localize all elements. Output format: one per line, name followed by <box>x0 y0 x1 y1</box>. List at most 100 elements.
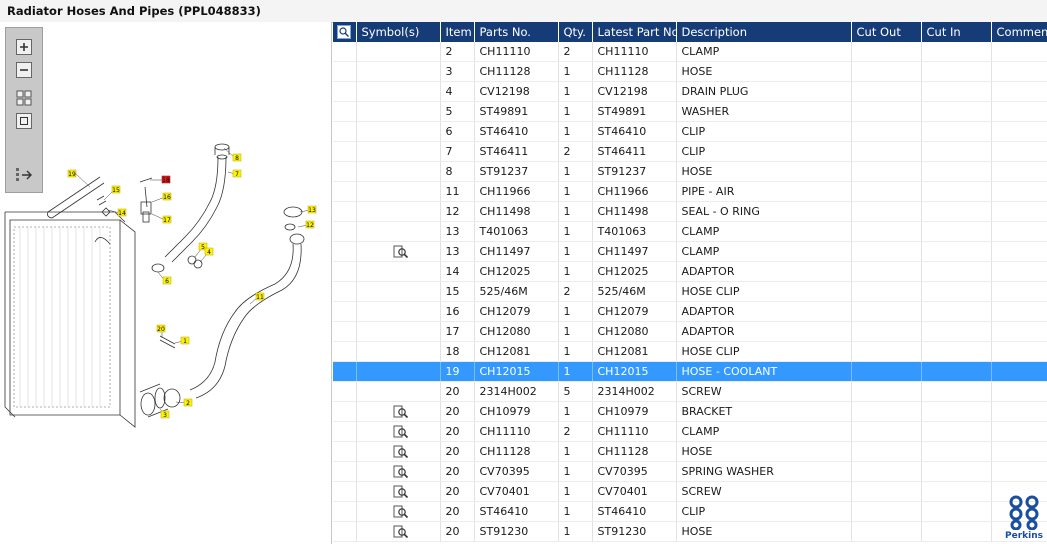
cell-qty[interactable]: 1 <box>558 501 593 522</box>
cell-symbols[interactable] <box>356 101 441 122</box>
cell-selector[interactable] <box>333 121 357 142</box>
cell-symbols[interactable] <box>356 301 441 322</box>
cell-symbols[interactable] <box>356 441 441 462</box>
cell-qty[interactable]: 1 <box>558 201 593 222</box>
cell-description[interactable]: CLIP <box>676 121 852 142</box>
cell-comment[interactable] <box>991 301 1047 322</box>
cell-cut-out[interactable] <box>851 461 922 482</box>
table-row[interactable]: 19 CH12015 1 CH12015 HOSE - COOLANT <box>333 361 1047 382</box>
cell-qty[interactable]: 2 <box>558 421 593 442</box>
cell-item[interactable]: 20 <box>440 501 475 522</box>
cell-selector[interactable] <box>333 281 357 302</box>
cell-description[interactable]: CLAMP <box>676 42 852 62</box>
cell-item[interactable]: 17 <box>440 321 475 342</box>
cell-cut-in[interactable] <box>921 341 992 362</box>
cell-selector[interactable] <box>333 141 357 162</box>
cell-symbols[interactable] <box>356 321 441 342</box>
cell-cut-in[interactable] <box>921 181 992 202</box>
cell-latest-part-no[interactable]: CH12079 <box>592 301 677 322</box>
cell-description[interactable]: CLAMP <box>676 241 852 262</box>
cell-cut-out[interactable] <box>851 42 922 62</box>
cell-parts-no[interactable]: 2314H002 <box>474 381 559 402</box>
callout-20[interactable]: 20 <box>156 324 166 333</box>
cell-cut-in[interactable] <box>921 201 992 222</box>
callout-3[interactable]: 3 <box>160 410 170 419</box>
cell-comment[interactable] <box>991 241 1047 262</box>
cell-cut-in[interactable] <box>921 221 992 242</box>
column-header-parts-no[interactable]: Parts No. <box>474 22 559 42</box>
cell-parts-no[interactable]: CH11498 <box>474 201 559 222</box>
cell-parts-no[interactable]: CH11128 <box>474 61 559 82</box>
callout-2[interactable]: 2 <box>183 398 193 407</box>
cell-latest-part-no[interactable]: CV12198 <box>592 81 677 102</box>
table-row[interactable]: 20 CV70401 1 CV70401 SCREW <box>333 481 1047 502</box>
cell-latest-part-no[interactable]: 525/46M <box>592 281 677 302</box>
cell-qty[interactable]: 2 <box>558 42 593 62</box>
cell-item[interactable]: 16 <box>440 301 475 322</box>
cell-parts-no[interactable]: ST46410 <box>474 121 559 142</box>
cell-symbols[interactable] <box>356 281 441 302</box>
cell-qty[interactable]: 1 <box>558 101 593 122</box>
callout-18[interactable]: 18 <box>161 175 171 184</box>
cell-latest-part-no[interactable]: CH12081 <box>592 341 677 362</box>
table-row[interactable]: 16 CH12079 1 CH12079 ADAPTOR <box>333 301 1047 322</box>
cell-item[interactable]: 3 <box>440 61 475 82</box>
cell-cut-out[interactable] <box>851 301 922 322</box>
cell-description[interactable]: HOSE <box>676 161 852 182</box>
cell-cut-out[interactable] <box>851 481 922 502</box>
cell-latest-part-no[interactable]: ST46411 <box>592 141 677 162</box>
cell-description[interactable]: ADAPTOR <box>676 261 852 282</box>
cell-cut-out[interactable] <box>851 341 922 362</box>
cell-symbols[interactable] <box>356 381 441 402</box>
cell-cut-in[interactable] <box>921 361 992 382</box>
column-header-cut-in[interactable]: Cut In <box>921 22 992 42</box>
cell-symbols[interactable] <box>356 421 441 442</box>
cell-description[interactable]: ADAPTOR <box>676 321 852 342</box>
cell-selector[interactable] <box>333 161 357 182</box>
callout-6[interactable]: 6 <box>162 276 172 285</box>
cell-latest-part-no[interactable]: CV70395 <box>592 461 677 482</box>
cell-cut-in[interactable] <box>921 101 992 122</box>
exploded-diagram[interactable]: 1915141617188754613121120123 <box>0 22 331 544</box>
cell-description[interactable]: SPRING WASHER <box>676 461 852 482</box>
cell-cut-out[interactable] <box>851 261 922 282</box>
cell-description[interactable]: SEAL - O RING <box>676 201 852 222</box>
callout-19[interactable]: 19 <box>67 169 77 178</box>
cell-parts-no[interactable]: CH11110 <box>474 421 559 442</box>
cell-parts-no[interactable]: CH11497 <box>474 241 559 262</box>
cell-comment[interactable] <box>991 401 1047 422</box>
callout-7[interactable]: 7 <box>232 169 242 178</box>
table-row[interactable]: 13 CH11497 1 CH11497 CLAMP <box>333 241 1047 262</box>
cell-selector[interactable] <box>333 61 357 82</box>
cell-qty[interactable]: 1 <box>558 361 593 382</box>
cell-latest-part-no[interactable]: ST91230 <box>592 521 677 542</box>
table-row[interactable]: 20 ST91230 1 ST91230 HOSE <box>333 521 1047 542</box>
cell-qty[interactable]: 1 <box>558 481 593 502</box>
table-row[interactable]: 3 CH11128 1 CH11128 HOSE <box>333 61 1047 82</box>
cell-cut-out[interactable] <box>851 241 922 262</box>
cell-qty[interactable]: 2 <box>558 281 593 302</box>
cell-cut-out[interactable] <box>851 321 922 342</box>
cell-comment[interactable] <box>991 361 1047 382</box>
cell-item[interactable]: 2 <box>440 42 475 62</box>
cell-description[interactable]: DRAIN PLUG <box>676 81 852 102</box>
cell-comment[interactable] <box>991 221 1047 242</box>
cell-qty[interactable]: 2 <box>558 141 593 162</box>
table-row[interactable]: 20 ST46410 1 ST46410 CLIP <box>333 501 1047 522</box>
callout-1[interactable]: 1 <box>180 336 190 345</box>
cell-selector[interactable] <box>333 101 357 122</box>
cell-cut-in[interactable] <box>921 241 992 262</box>
table-row[interactable]: 20 CH11110 2 CH11110 CLAMP <box>333 421 1047 442</box>
cell-parts-no[interactable]: CV12198 <box>474 81 559 102</box>
cell-parts-no[interactable]: ST46411 <box>474 141 559 162</box>
cell-description[interactable]: WASHER <box>676 101 852 122</box>
cell-selector[interactable] <box>333 221 357 242</box>
cell-parts-no[interactable]: CH12079 <box>474 301 559 322</box>
cell-parts-no[interactable]: 525/46M <box>474 281 559 302</box>
cell-comment[interactable] <box>991 421 1047 442</box>
cell-cut-out[interactable] <box>851 281 922 302</box>
table-row[interactable]: 20 2314H002 5 2314H002 SCREW <box>333 381 1047 402</box>
table-row[interactable]: 15 525/46M 2 525/46M HOSE CLIP <box>333 281 1047 302</box>
cell-selector[interactable] <box>333 481 357 502</box>
cell-qty[interactable]: 1 <box>558 401 593 422</box>
